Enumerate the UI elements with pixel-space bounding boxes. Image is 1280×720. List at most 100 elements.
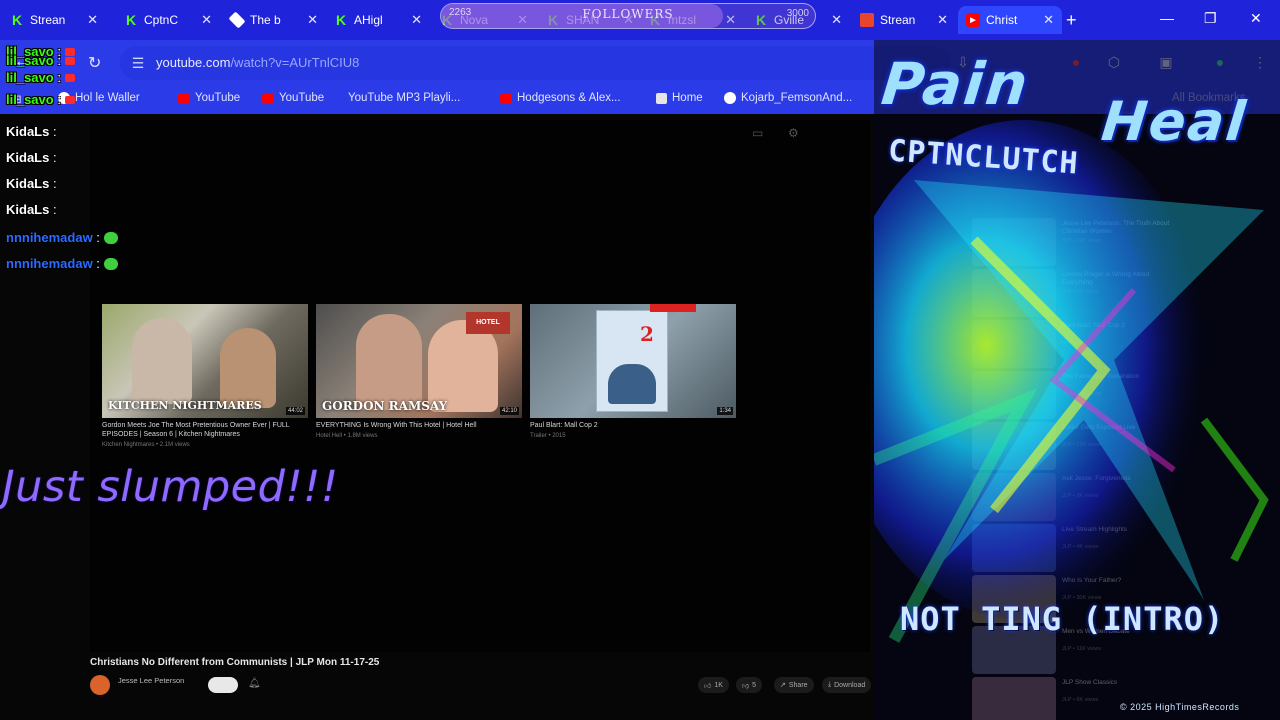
followers-label: FOLLOWERS — [582, 7, 674, 21]
badge-icon — [64, 74, 75, 82]
dislike-button[interactable]: 👎︎ 5 — [736, 677, 763, 693]
recommended-thumbnail — [972, 677, 1056, 720]
share-icon: ↗ — [780, 682, 786, 689]
minimize-icon[interactable]: — — [1160, 10, 1174, 26]
chat-separator: : — [53, 53, 61, 68]
chat-username: lil_savo — [6, 70, 54, 85]
bookmark-5[interactable]: Home — [656, 92, 703, 104]
like-button[interactable]: 👍︎ 1K — [698, 677, 729, 693]
recommended-video[interactable]: Caller Gets Exposed Live JLP • 15K views — [970, 422, 1180, 472]
close-tab-icon[interactable]: ✕ — [411, 12, 422, 28]
followers-goal-value: 3000 — [786, 8, 809, 19]
close-tab-icon[interactable]: ✕ — [937, 12, 948, 28]
bookmark-label: YouTube MP3 Playli... — [348, 92, 461, 104]
emote-icon — [103, 258, 118, 270]
bookmark-1[interactable]: YouTube — [178, 92, 240, 104]
chat-message: lil_savo : — [6, 70, 75, 85]
recommended-video[interactable]: The Fatherless Generation JLP • 20K views — [970, 371, 1180, 421]
tab-label: AHigl — [354, 13, 383, 27]
chat-separator: : — [53, 70, 61, 85]
cast-icon[interactable]: ▭ — [752, 126, 763, 140]
extensions-icon[interactable]: ⬡ — [1106, 54, 1122, 70]
art-credit: © 2025 HighTimesRecords — [1120, 702, 1240, 712]
youtube-icon: ▶ — [966, 13, 980, 27]
subscribe-button[interactable] — [208, 677, 238, 693]
bell-icon[interactable]: 🔔︎ — [248, 678, 261, 689]
close-tab-icon[interactable]: ✕ — [831, 12, 842, 28]
chat-separator: : — [49, 202, 57, 217]
bookmark-label: Kojarb_FemsonAnd... — [741, 92, 853, 104]
stream-chat-overlay: lil_savo : lil_savo : lil_savo : lil_savo :… — [0, 40, 180, 300]
channel-name[interactable]: Jesse Lee Peterson — [118, 676, 184, 685]
end-card-video-2[interactable]: HOTEL GORDON RAMSAY 42:10 EVERYTHING Is … — [316, 304, 522, 440]
emote-icon — [103, 232, 118, 244]
bookmark-label: YouTube — [279, 92, 325, 104]
recommended-video[interactable]: Paul Blart: Mall Cop 2 Movie clips — [970, 320, 1180, 370]
chat-message: KidaLs : — [6, 202, 57, 217]
kick-icon: K — [11, 12, 23, 28]
chat-separator: : — [49, 150, 57, 165]
menu-icon[interactable]: ⋮ — [1252, 54, 1268, 70]
description-strip[interactable] — [90, 710, 870, 720]
recommended-video[interactable]: Dennis Prager is Wrong About Everything J… — [970, 269, 1180, 319]
youtube-icon — [500, 93, 512, 103]
close-tab-icon[interactable]: ✕ — [87, 12, 98, 28]
tab-label: Christ — [986, 13, 1018, 27]
download-button[interactable]: ⤓ Download — [822, 677, 872, 693]
recommended-thumbnail — [972, 320, 1056, 368]
tab-1[interactable]: K CptnC ✕ — [116, 6, 220, 34]
chat-username: KidaLs — [6, 202, 50, 217]
tab-8[interactable]: Strean ✕ — [852, 6, 956, 34]
tab-3[interactable]: K AHigl ✕ — [326, 6, 430, 34]
chat-message: KidaLs : — [6, 150, 57, 165]
recommended-video[interactable]: Jesse Lee Peterson: The Truth About Chri… — [970, 218, 1180, 268]
close-tab-icon[interactable]: ✕ — [307, 12, 318, 28]
thumbs-down-icon: 👎︎ — [742, 682, 750, 690]
recommended-video[interactable]: Live Stream Highlights JLP • 4K views — [970, 524, 1180, 574]
art-title-left: Pain — [878, 50, 1033, 118]
end-card-thumbnail: 2 1:34 — [530, 304, 736, 418]
recommended-video[interactable]: JLP Show Classics JLP • 6K views — [970, 677, 1180, 720]
video-player[interactable]: ▭ ⚙ KITCHEN NIGHTMARES 44:02 Gordon Meet… — [90, 120, 870, 652]
restore-icon[interactable]: ❐ — [1204, 10, 1217, 27]
tab-0[interactable]: K Strean ✕ — [2, 6, 106, 34]
recommended-thumbnail — [972, 269, 1056, 317]
address-bar[interactable]: ☰ youtube.com/watch?v=AUrTnlCIU8 — [120, 46, 950, 80]
profile-icon[interactable]: ● — [1212, 54, 1228, 70]
recommended-title: Jesse Lee Peterson: The Truth About Chri… — [1062, 220, 1170, 235]
new-tab-button[interactable]: + — [1066, 10, 1077, 31]
dislike-count: 5 — [752, 681, 757, 689]
recommended-meta: JLP • 4K views — [1062, 544, 1099, 550]
end-card-title: EVERYTHING Is Wrong With This Hotel | Ho… — [316, 422, 477, 429]
bookmark-6[interactable]: Kojarb_FemsonAnd... — [724, 92, 852, 104]
recommended-video[interactable]: Ask Jesse: Forgiveness JLP • 9K views — [970, 473, 1180, 523]
tab-label: Strean — [30, 13, 66, 27]
download-arrow-icon: ⤓ — [828, 681, 832, 688]
chat-message: lil_savo : — [6, 92, 75, 107]
close-tab-icon[interactable]: ✕ — [201, 12, 212, 28]
channel-avatar[interactable] — [90, 675, 110, 695]
tab-label: The b — [250, 13, 281, 27]
player-top-bar: ▭ ⚙ — [90, 120, 870, 148]
settings-icon[interactable]: ⚙ — [788, 126, 799, 140]
chat-username: nnnihemadaw — [6, 256, 93, 271]
record-icon[interactable]: ● — [1068, 54, 1084, 70]
end-card-video-1[interactable]: KITCHEN NIGHTMARES 44:02 Gordon Meets Jo… — [102, 304, 308, 449]
recommended-meta: JLP • 9K views — [1062, 493, 1099, 499]
bookmark-2[interactable]: YouTube — [262, 92, 324, 104]
close-window-icon[interactable]: ✕ — [1250, 10, 1262, 27]
chat-separator: : — [92, 256, 100, 271]
tab-2[interactable]: The b ✕ — [222, 6, 326, 34]
end-card-video-3[interactable]: 2 1:34 Paul Blart: Mall Cop 2 Trailer • … — [530, 304, 736, 440]
share-button[interactable]: ↗ Share — [774, 677, 814, 693]
tab-9[interactable]: ▶ Christ ✕ — [958, 6, 1062, 34]
video-duration: 1:34 — [717, 407, 733, 415]
end-card-thumbnail: KITCHEN NIGHTMARES 44:02 — [102, 304, 308, 418]
bookmark-4[interactable]: Hodgesons & Alex... — [500, 92, 621, 104]
browser-toolbar: ← ↻ ☰ youtube.com/watch?v=AUrTnlCIU8 ⇩ ●… — [0, 40, 1280, 86]
close-tab-icon[interactable]: ✕ — [1043, 12, 1054, 28]
recommended-title: Who Is Your Father? — [1062, 577, 1122, 584]
site-icon — [724, 92, 736, 104]
bookmark-3[interactable]: YouTube MP3 Playli... — [348, 92, 460, 104]
sidepanel-icon[interactable]: ▣ — [1158, 54, 1174, 70]
